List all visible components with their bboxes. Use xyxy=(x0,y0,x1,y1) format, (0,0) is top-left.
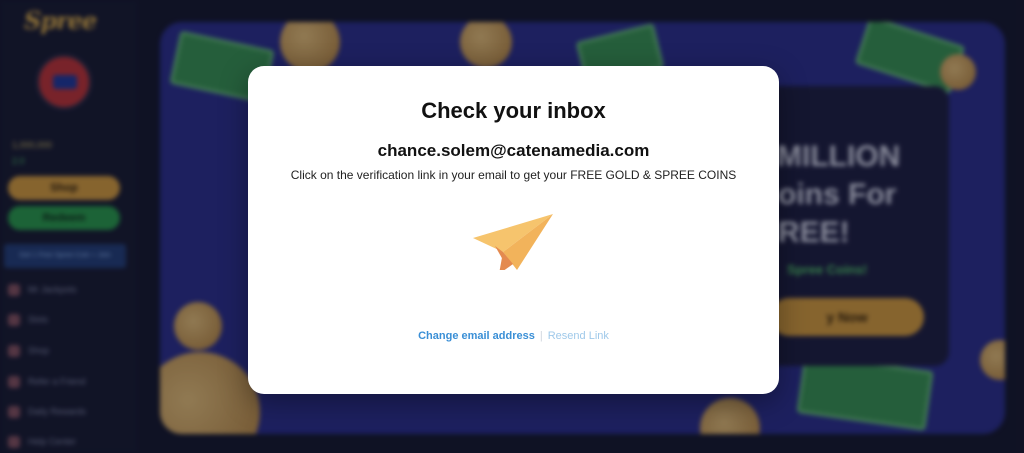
link-separator: | xyxy=(539,330,543,342)
modal-title: Check your inbox xyxy=(421,98,606,123)
modal-links: Change email address | Resend Link xyxy=(248,330,779,342)
resend-link[interactable]: Resend Link xyxy=(548,330,609,342)
paper-plane-icon xyxy=(473,214,553,270)
email-address: chance.solem@catenamedia.com xyxy=(377,141,650,160)
check-inbox-modal: Check your inbox chance.solem@catenamedi… xyxy=(248,66,779,394)
verification-message: Click on the verification link in your e… xyxy=(290,168,737,182)
change-email-link[interactable]: Change email address xyxy=(418,330,535,342)
